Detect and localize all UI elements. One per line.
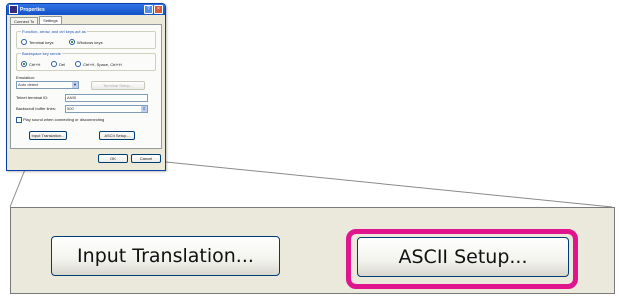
tab-settings[interactable]: Settings [39,16,62,24]
emulation-value: Auto detect [18,82,39,87]
play-sound-label: Play sound when connecting or disconnect… [23,117,105,122]
emulation-label: Emulation: [16,75,35,80]
ok-button[interactable]: OK [98,154,128,163]
help-icon[interactable]: ? [144,5,153,14]
backspace-ctrlh-option[interactable]: Ctrl+H [21,61,40,67]
terminal-setup-button[interactable]: Terminal Setup... [91,81,145,90]
backspace-del-radio[interactable] [51,61,57,67]
backspace-group: Backspace key sends Ctrl+H Del Ctrl+H, S… [16,51,156,71]
terminal-keys-label: Terminal keys [29,39,54,45]
close-icon[interactable]: × [154,5,163,14]
backspace-ctrlh-radio[interactable] [21,61,27,67]
backspace-ctrlh-label: Ctrl+H [29,61,41,67]
backspace-ctrlh-space-label: Ctrl+H, Space, Ctrl+H [83,61,122,67]
keys-group: Function, arrow, and ctrl keys act as Te… [16,29,156,49]
backspace-ctrlh-space-radio[interactable] [75,61,81,67]
backspace-del-option[interactable]: Del [51,61,65,67]
app-icon [9,5,18,14]
chevron-down-icon[interactable]: ▼ [72,82,78,88]
buffer-lines-spinner[interactable]: 500 ⇕ [65,105,148,113]
windows-keys-label: Windows keys [77,39,103,45]
play-sound-checkbox[interactable] [16,117,22,123]
windows-keys-option[interactable]: Windows keys [69,39,103,45]
backspace-ctrlh-space-option[interactable]: Ctrl+H, Space, Ctrl+H [75,61,122,67]
spinner-arrows-icon[interactable]: ⇕ [141,106,147,112]
telnet-id-label: Telnet terminal ID: [16,95,49,100]
telnet-id-field[interactable]: ANSI [65,94,148,102]
ascii-setup-button-small[interactable]: ASCII Setup... [99,131,135,140]
settings-panel: Function, arrow, and ctrl keys act as Te… [10,24,162,149]
backspace-group-label: Backspace key sends [21,51,62,56]
window-title: Properties [20,6,45,13]
buffer-lines-label: Backscroll buffer lines: [16,106,56,111]
backspace-del-label: Del [59,61,66,67]
windows-keys-radio[interactable] [69,39,75,45]
cancel-button[interactable]: Cancel [131,154,161,163]
input-translation-button[interactable]: Input Translation... [51,236,280,276]
terminal-keys-radio[interactable] [21,39,27,45]
keys-group-label: Function, arrow, and ctrl keys act as [21,29,87,34]
input-translation-label: Input Translation... [77,245,254,267]
properties-window: Properties ? × Connect To Settings Funct… [6,3,166,171]
buffer-lines-value: 500 [67,106,74,111]
emulation-select[interactable]: Auto detect ▼ [16,81,79,89]
input-translation-button-small[interactable]: Input Translation... [29,131,67,140]
title-bar: Properties ? × [7,4,165,15]
ascii-setup-highlight [346,229,578,289]
terminal-keys-option[interactable]: Terminal keys [21,39,53,45]
